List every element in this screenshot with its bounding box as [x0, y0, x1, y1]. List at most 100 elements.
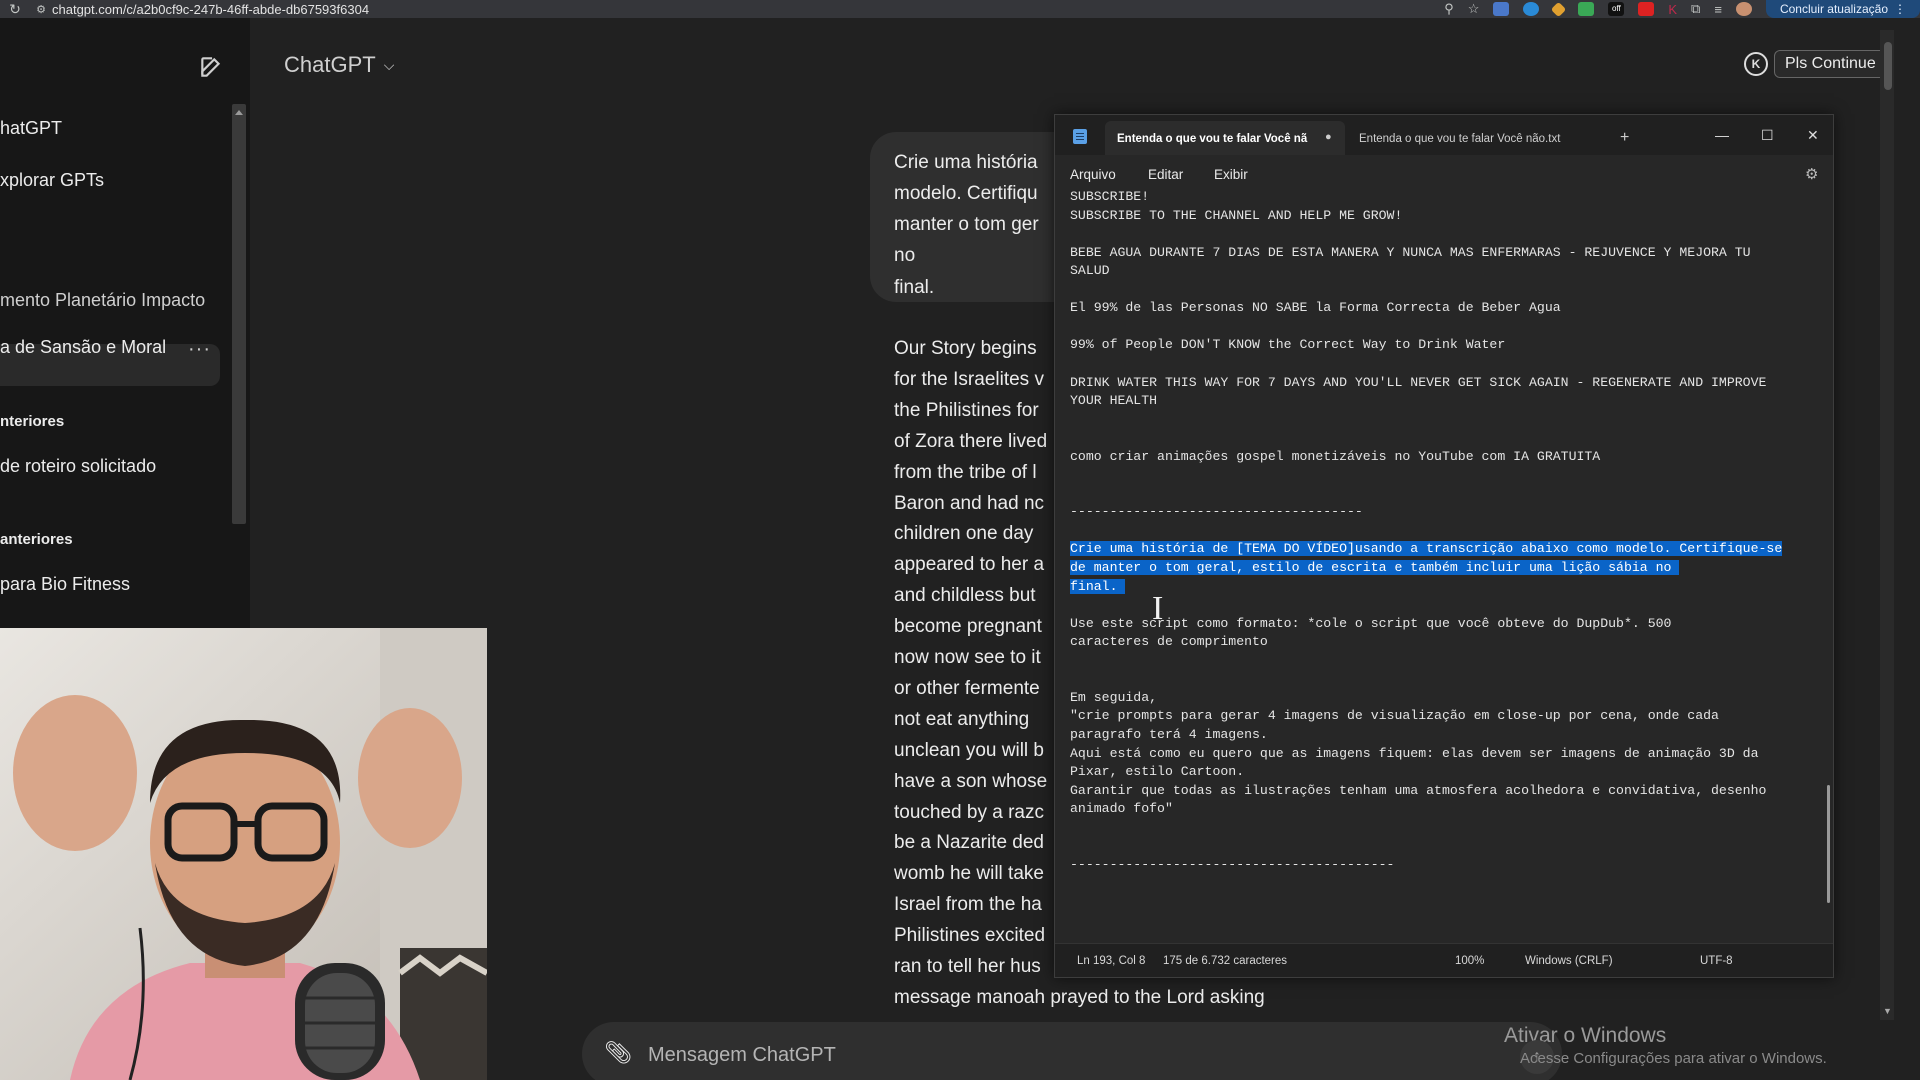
assistant-message-line: womb he will take [894, 863, 1044, 885]
user-message-line: no [894, 245, 916, 266]
status-zoom[interactable]: 100% [1455, 955, 1484, 967]
extension-k-icon[interactable]: K [1668, 2, 1677, 17]
sidebar-section-header: anteriores [0, 531, 73, 548]
notepad-tab-active-label: Entenda o que vou te falar Você nã [1117, 133, 1308, 145]
message-input[interactable]: Mensagem ChatGPT [648, 1044, 836, 1067]
assistant-message-line: now now see to it [894, 647, 1041, 668]
user-message-line: Crie uma história [894, 152, 1038, 173]
text-line: SALUD [1070, 263, 1110, 279]
assistant-message-line: Our Story begins [894, 338, 1037, 359]
assistant-message-line: of Zora there lived [894, 430, 1048, 452]
selected-text-line: final. [1070, 578, 1126, 594]
model-name: ChatGPT [284, 52, 376, 77]
sidebar-history-item-active[interactable]: a de Sansão e Moral [0, 337, 166, 358]
selected-text-line: de manter o tom geral, estilo de escrita… [1070, 560, 1680, 575]
media-control-icon[interactable]: ≡ [1714, 2, 1722, 17]
assistant-message-line: touched by a razc [894, 801, 1044, 823]
text-line: como criar animações gospel monetizáveis… [1070, 448, 1601, 464]
update-button[interactable]: Concluir atualização ⋮ [1765, 0, 1920, 18]
pls-continue-button[interactable]: Pls Continue [1774, 50, 1887, 78]
chat-scrollbar-thumb[interactable] [1884, 42, 1892, 90]
text-cursor-ibeam-icon: I [1152, 590, 1164, 627]
webcam-person-image [0, 628, 487, 1080]
sidebar-item-chatgpt[interactable]: hatGPT [0, 118, 62, 139]
attach-paperclip-icon[interactable]: 📎︎ [604, 1040, 632, 1066]
text-line: Aqui está como eu quero que as imagens f… [1070, 745, 1759, 761]
close-icon[interactable]: ✕ [1807, 127, 1819, 144]
status-cursor-position: Ln 193, Col 8 [1077, 955, 1146, 967]
assistant-message-line: appeared to her a [894, 554, 1045, 576]
status-line-ending[interactable]: Windows (CRLF) [1525, 955, 1613, 967]
assistant-message-line: become pregnant [894, 616, 1042, 638]
menu-arquivo[interactable]: Arquivo [1070, 167, 1116, 182]
text-line: SUBSCRIBE TO THE CHANNEL AND HELP ME GRO… [1070, 207, 1403, 223]
notepad-window: Entenda o que vou te falar Você nã ● Ent… [1054, 114, 1834, 978]
chevron-down-icon: ⌵ [383, 56, 395, 73]
text-line: BEBE AGUA DURANTE 7 DIAS DE ESTA MANERA … [1070, 244, 1751, 260]
bookmark-star-icon[interactable]: ☆ [1468, 1, 1480, 17]
user-message-line: modelo. Certifiqu [894, 183, 1038, 204]
extension-off-badge[interactable]: off [1608, 2, 1625, 16]
sidebar-item-explore-gpts[interactable]: xplorar GPTs [0, 170, 104, 191]
text-line: Pixar, estilo Cartoon. [1070, 764, 1245, 780]
assistant-message-line: Baron and had nc [894, 492, 1045, 514]
sidebar-history-item[interactable]: de roteiro solicitado [0, 456, 156, 477]
scroll-down-arrow-icon[interactable]: ▼ [1883, 1006, 1892, 1016]
assistant-message-line: children one day [894, 523, 1034, 545]
extensions-puzzle-icon[interactable]: ⧉ [1691, 1, 1700, 17]
profile-avatar[interactable] [1735, 2, 1752, 16]
selected-text-line: Crie uma história de [TEMA DO VÍDEO]usan… [1070, 541, 1783, 557]
text-line: 99% of People DON'T KNOW the Correct Way… [1070, 337, 1506, 353]
extension-blue-icon[interactable] [1523, 2, 1540, 16]
minimize-icon[interactable]: — [1715, 127, 1729, 143]
pls-continue-extension: K Pls Continue [1744, 48, 1887, 80]
assistant-message-line: Israel from the ha [894, 894, 1042, 916]
sidebar-history-item[interactable]: para Bio Fitness [0, 574, 130, 595]
assistant-message-line: be a Nazarite ded [894, 832, 1044, 854]
assistant-message-line: message manoah prayed to the Lord asking [894, 986, 1265, 1008]
extension-icons: ⚲ ☆ off K ⧉ ≡ [1444, 1, 1752, 17]
maximize-icon[interactable]: ☐ [1761, 127, 1774, 144]
text-line: caracteres de comprimento [1070, 634, 1268, 650]
extension-red-icon[interactable] [1638, 2, 1655, 16]
assistant-message-line: Philistines excited [894, 925, 1046, 947]
assistant-message-line: from the tribe of l [894, 461, 1037, 483]
notepad-scrollbar-thumb[interactable] [1827, 785, 1830, 903]
text-line: SUBSCRIBE! [1070, 189, 1150, 204]
extension-green-icon[interactable] [1578, 2, 1595, 16]
assistant-message-line: for the Israelites v [894, 368, 1044, 390]
address-bar[interactable]: chatgpt.com/c/a2b0cf9c-247b-46ff-abde-db… [52, 2, 369, 17]
sidebar-scrollbar[interactable] [232, 104, 246, 524]
text-line: DRINK WATER THIS WAY FOR 7 DAYS AND YOU'… [1070, 374, 1767, 390]
text-line: ----------------------------------------… [1070, 856, 1395, 872]
model-selector[interactable]: ChatGPT ⌵ [284, 52, 394, 78]
chat-scrollbar[interactable] [1880, 30, 1894, 1020]
status-encoding[interactable]: UTF-8 [1700, 955, 1733, 967]
sidebar-section-header: nteriores [0, 413, 65, 430]
menu-exibir[interactable]: Exibir [1214, 167, 1248, 182]
status-char-count: 175 de 6.732 caracteres [1163, 955, 1288, 967]
assistant-message-line: and childless but [894, 585, 1036, 607]
extension-diamond-icon[interactable] [1551, 1, 1567, 17]
notepad-tab-inactive[interactable]: Entenda o que vou te falar Você não.txt [1359, 133, 1560, 145]
text-line: Em seguida, [1070, 689, 1158, 705]
assistant-message-line: the Philistines for [894, 399, 1039, 421]
user-message-line: final. [894, 277, 935, 298]
settings-gear-icon[interactable]: ⚙ [1805, 165, 1818, 183]
new-tab-plus-icon[interactable]: + [1620, 129, 1629, 147]
windows-activation-subtitle: Acesse Configurações para ativar o Windo… [1520, 1050, 1827, 1067]
reload-icon[interactable]: ↻ [0, 1, 30, 18]
notepad-app-icon [1073, 129, 1087, 144]
zoom-icon[interactable]: ⚲ [1444, 1, 1454, 17]
text-line: ------------------------------------- [1070, 504, 1363, 520]
assistant-message-line: or other fermente [894, 677, 1040, 699]
extension-translate-icon[interactable] [1493, 2, 1510, 16]
more-options-icon[interactable]: ··· [188, 338, 211, 361]
notepad-text-area[interactable]: SUBSCRIBE! SUBSCRIBE TO THE CHANNEL AND H… [1055, 187, 1833, 943]
site-settings-icon[interactable]: ⚙ [30, 3, 52, 16]
sidebar-history-item[interactable]: mento Planetário Impacto [0, 290, 205, 311]
new-chat-icon[interactable] [198, 54, 224, 80]
more-menu-icon: ⋮ [1894, 2, 1906, 16]
k-extension-icon[interactable]: K [1744, 52, 1768, 76]
menu-editar[interactable]: Editar [1148, 167, 1183, 182]
